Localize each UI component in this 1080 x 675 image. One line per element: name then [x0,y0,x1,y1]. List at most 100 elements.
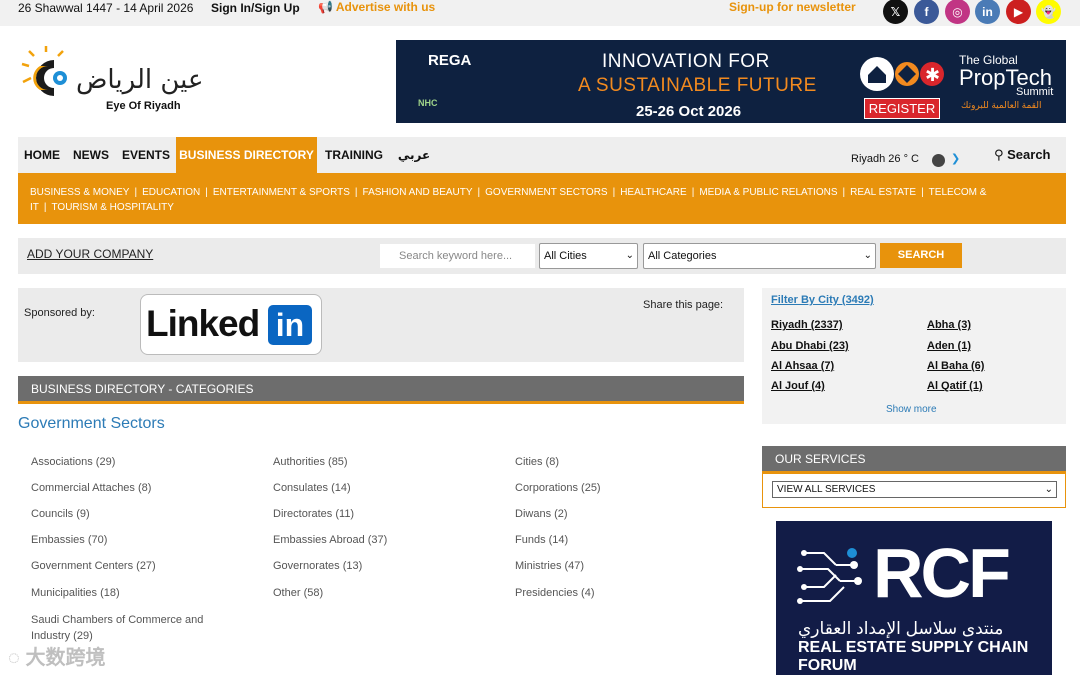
category-select-value: All Categories [648,250,717,262]
subnav-item[interactable]: GOVERNMENT SECTORS [485,187,607,198]
category-link[interactable]: Councils (9) [31,506,231,522]
nav-events[interactable]: EVENTS [116,137,176,173]
nav-home[interactable]: HOME [18,137,66,173]
subnav-item[interactable]: BUSINESS & MONEY [30,187,129,198]
rcf-forum-ad[interactable]: RCF منتدى سلاسل الإمداد العقاري REAL EST… [776,521,1052,675]
x-icon[interactable]: 𝕏 [883,0,908,24]
city-filter-link[interactable]: Abha (3) [927,319,971,331]
category-link[interactable]: Governorates (13) [273,558,473,574]
chevron-down-icon: ⌄ [863,250,872,261]
category-link[interactable]: Diwans (2) [515,506,715,522]
category-link[interactable]: Commercial Attaches (8) [31,480,231,496]
banner-line1: INNOVATION FOR [602,51,770,72]
show-more-link[interactable]: Show more [886,404,937,415]
subnav-item[interactable]: TOURISM & HOSPITALITY [52,202,174,213]
our-services: OUR SERVICES VIEW ALL SERVICES ⌄ [762,446,1066,508]
category-link[interactable]: Other (58) [273,585,473,601]
category-link[interactable]: Authorities (85) [273,454,473,470]
newsletter-link[interactable]: Sign-up for newsletter [729,0,856,14]
category-link[interactable]: Consulates (14) [273,480,473,496]
city-filter-link[interactable]: Riyadh (2337) [771,319,843,331]
category-link[interactable]: Embassies (70) [31,532,231,548]
proptech-banner-ad[interactable]: REGA NHC INNOVATION FOR A SUSTAINABLE FU… [396,40,1066,123]
nav-arabic[interactable]: عربي [391,137,437,173]
category-link[interactable]: Corporations (25) [515,480,715,496]
advertise-link[interactable]: 📢 Advertise with us [318,0,435,14]
instagram-icon[interactable]: ◎ [945,0,970,24]
subnav-item[interactable]: MEDIA & PUBLIC RELATIONS [699,187,837,198]
linkedin-in-mark: in [268,305,312,345]
weather-icon [932,154,945,167]
subnav-separator: | [477,187,481,198]
date-text: 26 Shawwal 1447 - 14 April 2026 [18,1,194,15]
directory-search-button[interactable]: SEARCH [880,243,962,268]
city-filter-link[interactable]: Al Ahsaa (7) [771,360,834,372]
city-select-value: All Cities [544,250,587,262]
subnav-separator: | [43,202,47,213]
category-link[interactable]: Directorates (11) [273,506,473,522]
category-link[interactable]: Cities (8) [515,454,715,470]
watermark: ◌ 大数跨境 [8,641,105,670]
category-link[interactable]: Presidencies (4) [515,585,715,601]
megaphone-icon: 📢 [318,0,336,14]
nav-business-directory[interactable]: BUSINESS DIRECTORY [176,137,317,173]
chevron-down-icon: ⌄ [1044,484,1053,495]
subnav-item[interactable]: ENTERTAINMENT & SPORTS [213,187,350,198]
city-filter-link[interactable]: Al Jouf (4) [771,380,825,392]
logo-subtitle: Eye Of Riyadh [106,100,181,112]
services-header: OUR SERVICES [762,446,1066,474]
sign-in-link[interactable]: Sign In/Sign Up [211,1,300,15]
category-link[interactable]: Associations (29) [31,454,231,470]
subnav-separator: | [921,187,924,198]
logo-mark: عين الرياض [21,46,204,96]
city-filter-link[interactable]: Abu Dhabi (23) [771,340,849,352]
city-select[interactable]: All Cities ⌄ [539,243,638,269]
linkedin-sponsor-logo[interactable]: Linked in [140,294,322,355]
directory-search-bar: ADD YOUR COMPANY Search keyword here... … [18,238,1066,274]
proptech-summit: Summit [1016,86,1054,98]
top-bar: 26 Shawwal 1447 - 14 April 2026 Sign In/… [0,0,1080,26]
facebook-icon[interactable]: f [914,0,939,24]
linkedin-icon[interactable]: in [975,0,1000,24]
subnav-item[interactable]: REAL ESTATE [850,187,916,198]
proptech-arabic: القمة العالمية للبروتك [961,100,1042,110]
subnav-separator: | [134,187,138,198]
category-link[interactable]: Ministries (47) [515,558,715,574]
snapchat-icon[interactable]: 👻 [1036,0,1061,24]
keyword-search-input[interactable]: Search keyword here... [380,244,535,268]
nav-news[interactable]: NEWS [66,137,116,173]
subnav-separator: | [842,187,846,198]
category-link[interactable]: Government Centers (27) [31,558,231,574]
category-link[interactable]: Funds (14) [515,532,715,548]
chevron-down-icon[interactable]: ❯ [951,152,960,165]
subnav-item[interactable]: HEALTHCARE [620,187,687,198]
svg-text:✱: ✱ [925,65,940,86]
site-search-button[interactable]: ⚲ Search [994,147,1051,163]
city-filter-link[interactable]: Al Qatif (1) [927,380,983,392]
city-filter-link[interactable]: Al Baha (6) [927,360,984,372]
category-link[interactable]: Municipalities (18) [31,585,231,601]
site-logo[interactable]: عين الرياض Eye Of Riyadh [18,46,228,118]
linkedin-wordmark: Linked [146,303,260,344]
category-link[interactable]: Saudi Chambers of Commerce and Industry … [31,612,231,644]
rcf-wordmark: RCF [873,534,1011,612]
add-company-link[interactable]: ADD YOUR COMPANY [27,247,153,261]
filter-title[interactable]: Filter By City (3492) [771,294,874,306]
nav-training[interactable]: TRAINING [317,137,391,173]
register-button[interactable]: REGISTER [864,98,940,119]
subnav-separator: | [354,187,358,198]
svg-text:عين الرياض: عين الرياض [76,65,204,95]
subnav-separator: | [691,187,695,198]
city-filter-link[interactable]: Aden (1) [927,340,971,352]
circuit-icon [797,548,862,604]
subnav-item[interactable]: FASHION AND BEAUTY [363,187,473,198]
services-body: VIEW ALL SERVICES ⌄ [762,474,1066,508]
weather-text: Riyadh 26 ° C [851,153,919,165]
category-select[interactable]: All Categories ⌄ [643,243,876,269]
share-label: Share this page: [643,299,724,311]
subnav-item[interactable]: EDUCATION [142,187,200,198]
main-nav: HOME NEWS EVENTS BUSINESS DIRECTORY TRAI… [18,137,1066,173]
services-select[interactable]: VIEW ALL SERVICES ⌄ [772,481,1057,498]
category-link[interactable]: Embassies Abroad (37) [273,532,473,548]
youtube-icon[interactable]: ▶ [1006,0,1031,24]
